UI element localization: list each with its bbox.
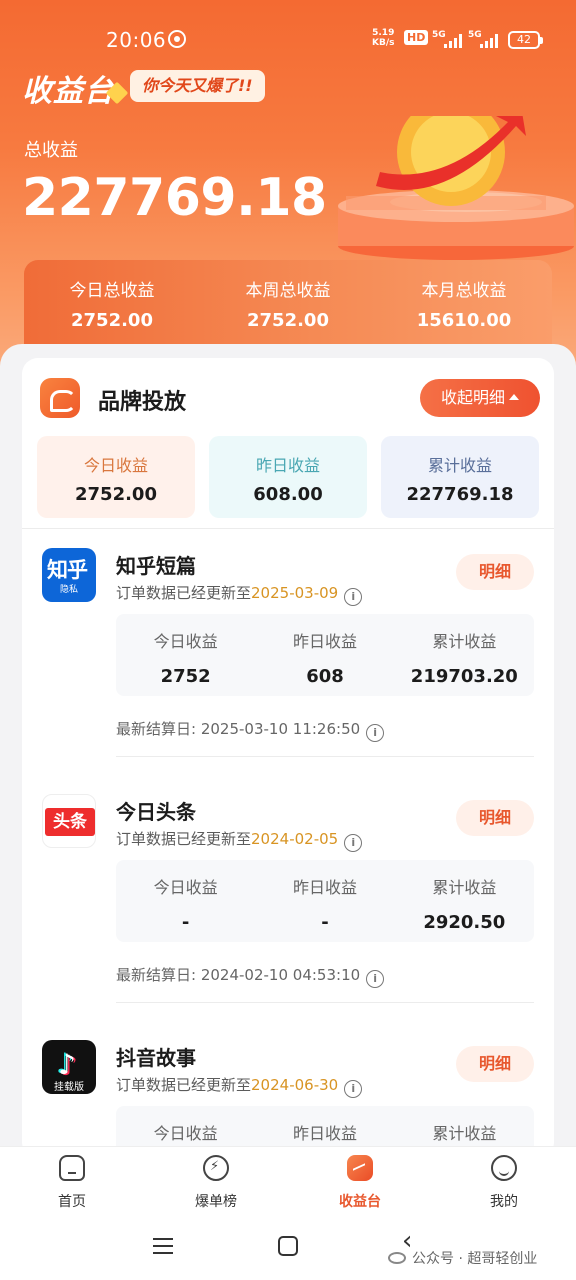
platform-name: 知乎短篇 — [116, 554, 196, 578]
signal-bars-1-icon — [444, 34, 462, 48]
platform-stats: 今日收益 2752 昨日收益 608 累计收益 219703.20 — [116, 614, 534, 696]
divider — [116, 1002, 534, 1003]
toutiao-app-icon: 头条 — [42, 794, 96, 848]
update-info: 订单数据已经更新至2024-06-30 i — [116, 1074, 363, 1098]
profile-icon — [491, 1155, 517, 1181]
platform-stats: 今日收益 - 昨日收益 - 累计收益 2920.50 — [116, 860, 534, 942]
update-info: 订单数据已经更新至2025-03-09 i — [116, 582, 363, 606]
total-income-label: 总收益 — [24, 140, 78, 161]
platform-stats: 今日收益 昨日收益 累计收益 — [116, 1106, 534, 1148]
total-income-value: 227769.18 — [22, 168, 327, 228]
collapse-details-button[interactable]: 收起明细 — [420, 379, 540, 417]
info-icon[interactable]: i — [366, 724, 385, 742]
platform-item-toutiao: 头条 今日头条 订单数据已经更新至2024-02-05 i 明细 今日收益 - 昨日… — [22, 774, 554, 1020]
home-icon — [59, 1155, 85, 1181]
summary-week: 本周总收益 2752.00 — [245, 281, 331, 331]
caret-up-icon — [509, 394, 519, 400]
detail-button[interactable]: 明细 — [456, 1046, 534, 1082]
tab-profile[interactable]: 我的 — [432, 1147, 576, 1218]
platform-name: 抖音故事 — [116, 1046, 196, 1070]
hd-badge: HD — [404, 30, 429, 45]
brand-stat-total: 累计收益 227769.18 — [381, 436, 539, 518]
summary-today: 今日总收益 2752.00 — [69, 281, 155, 331]
brand-logo-icon — [40, 378, 80, 418]
network-speed: 5.19 KB/s — [372, 28, 395, 48]
tab-home[interactable]: 首页 — [0, 1147, 144, 1218]
detail-button[interactable]: 明细 — [456, 800, 534, 836]
detail-button[interactable]: 明细 — [456, 554, 534, 590]
info-icon[interactable]: i — [344, 1080, 363, 1098]
platform-item-zhihu: 知乎 隐私 知乎短篇 订单数据已经更新至2025-03-09 i 明细 今日收益 2… — [22, 528, 554, 774]
income-icon — [347, 1155, 373, 1181]
slogan-badge: 你今天又爆了!! — [130, 70, 265, 102]
status-time: 20:06 — [106, 28, 167, 52]
bolt-icon — [203, 1155, 229, 1181]
platform-item-douyin: ♪ 挂载版 抖音故事 订单数据已经更新至2024-06-30 i 明细 今日收益 … — [22, 1020, 554, 1148]
home-button-icon[interactable] — [278, 1236, 298, 1256]
summary-month: 本月总收益 15610.00 — [416, 281, 512, 331]
platform-name: 今日头条 — [116, 800, 196, 824]
watermark: 公众号 · 超哥轻创业 — [388, 1248, 537, 1268]
bottom-tab-bar: 首页 爆单榜 收益台 我的 — [0, 1146, 576, 1218]
coin-podium-illustration — [338, 116, 574, 260]
brand-stat-today: 今日收益 2752.00 — [37, 436, 195, 518]
settlement-info: 最新结算日: 2024-02-10 04:53:10 i — [116, 964, 385, 988]
brand-stat-yesterday: 昨日收益 608.00 — [209, 436, 367, 518]
brand-card: 品牌投放 收起明细 今日收益 2752.00 昨日收益 608.00 累计收益 … — [22, 358, 554, 1148]
status-bar: 20:06 5.19 KB/s HD 5G 5G 42 — [0, 24, 576, 56]
info-icon[interactable]: i — [344, 834, 363, 852]
info-icon[interactable]: i — [344, 588, 363, 606]
tab-income[interactable]: 收益台 — [288, 1147, 432, 1218]
system-navigation-bar: ‹ 公众号 · 超哥轻创业 — [0, 1218, 576, 1280]
music-note-icon: ♪ — [58, 1048, 76, 1081]
settlement-info: 最新结算日: 2025-03-10 11:26:50 i — [116, 718, 385, 742]
page-title: 收益台 — [22, 66, 129, 110]
signal-bars-2-icon — [480, 34, 498, 48]
content-sheet: 品牌投放 收起明细 今日收益 2752.00 昨日收益 608.00 累计收益 … — [0, 344, 576, 1148]
income-summary: 今日总收益 2752.00 本周总收益 2752.00 本月总收益 15610.… — [24, 260, 552, 352]
zhihu-app-icon: 知乎 隐私 — [42, 548, 96, 602]
brand-title: 品牌投放 — [98, 390, 187, 415]
tab-hot-list[interactable]: 爆单榜 — [144, 1147, 288, 1218]
divider — [116, 756, 534, 757]
update-info: 订单数据已经更新至2024-02-05 i — [116, 828, 363, 852]
info-icon[interactable]: i — [366, 970, 385, 988]
douyin-app-icon: ♪ 挂载版 — [42, 1040, 96, 1094]
recent-apps-icon[interactable] — [153, 1238, 173, 1254]
brand-header: 品牌投放 收起明细 — [22, 358, 554, 434]
battery-icon: 42 — [508, 31, 543, 49]
notification-icon — [168, 30, 186, 48]
wechat-icon — [388, 1252, 406, 1264]
